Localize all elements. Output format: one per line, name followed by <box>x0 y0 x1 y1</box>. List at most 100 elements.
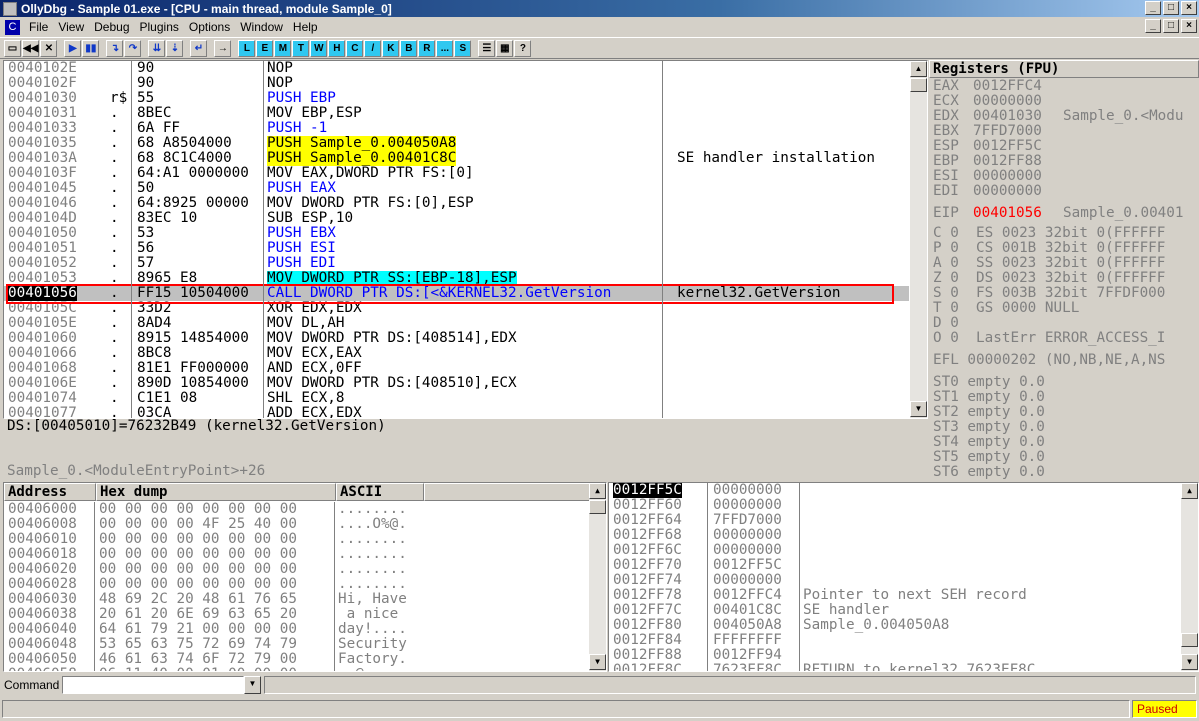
dump-row[interactable]: 00406020 00 00 00 00 00 00 00 00........ <box>4 562 588 577</box>
menu-plugins[interactable]: Plugins <box>135 20 184 34</box>
stack-row[interactable]: 0012FF8C 7623EF8C RETURN to kernel32.7623E… <box>609 663 1179 672</box>
child-minimize-button[interactable]: _ <box>1145 19 1161 33</box>
stack-row[interactable]: 0012FF70 0012FF5C <box>609 558 1179 573</box>
fpu-row[interactable]: ST4 empty 0.0 <box>933 435 1045 450</box>
windows-window-button[interactable]: W <box>310 39 328 57</box>
pause-icon[interactable]: ▮▮ <box>82 39 100 57</box>
cpu-window-icon[interactable]: C <box>5 19 20 35</box>
disasm-row[interactable]: 00401031. 8BEC MOV EBP,ESP <box>4 106 909 121</box>
flag-row[interactable]: O 0 LastErr ERROR_ACCESS_I <box>933 331 1165 346</box>
disasm-row[interactable]: 00401046. 64:8925 00000 MOV DWORD PTR FS:[… <box>4 196 909 211</box>
scroll-thumb[interactable] <box>1181 633 1198 647</box>
execute-till-return-icon[interactable]: ↵ <box>190 39 208 57</box>
scroll-down-arrow-icon[interactable]: ▼ <box>1181 654 1198 670</box>
disasm-row[interactable]: 00401030 r$ 55 PUSH EBP <box>4 91 909 106</box>
stack-row[interactable]: 0012FF88 0012FF94 <box>609 648 1179 663</box>
hex-dump-pane[interactable]: Address Hex dump ASCII 00406000 00 00 00 … <box>3 482 607 672</box>
dump-row[interactable]: 00406050 46 61 63 74 6F 72 79 00 Factory. <box>4 652 588 667</box>
dump-row[interactable]: 00406038 20 61 20 6E 69 63 65 20 a nice <box>4 607 588 622</box>
registers-title[interactable]: Registers (FPU) <box>929 60 1199 78</box>
call-stack-window-button[interactable]: K <box>382 39 400 57</box>
stack-row[interactable]: 0012FF80 004050A8 Sample_0.004050A8 <box>609 618 1179 633</box>
menu-options[interactable]: Options <box>184 20 235 34</box>
child-restore-button[interactable]: □ <box>1163 19 1179 33</box>
disasm-row[interactable]: 0040102F 90 NOP <box>4 76 909 91</box>
flag-row[interactable]: P 0 CS 001B 32bit 0(FFFFFF <box>933 241 1165 256</box>
child-close-button[interactable]: × <box>1181 19 1197 33</box>
disasm-row[interactable]: 0040104D. 83EC 10 SUB ESP,10 <box>4 211 909 226</box>
menu-window[interactable]: Window <box>235 20 288 34</box>
run-trace-window-button[interactable]: ... <box>436 39 454 57</box>
menu-help[interactable]: Help <box>288 20 323 34</box>
scroll-thumb[interactable] <box>589 500 606 514</box>
command-dropdown-arrow-icon[interactable]: ▼ <box>244 676 261 694</box>
flag-row[interactable]: C 0 ES 0023 32bit 0(FFFFFF <box>933 226 1165 241</box>
dump-row[interactable]: 00406030 48 69 2C 20 48 61 76 65 Hi, Have <box>4 592 588 607</box>
patches-window-button[interactable]: / <box>364 39 382 57</box>
flag-row[interactable]: A 0 SS 0023 32bit 0(FFFFFF <box>933 256 1165 271</box>
dump-row[interactable]: 00406008 00 00 00 00 4F 25 40 00 ....O%@. <box>4 517 588 532</box>
scroll-up-arrow-icon[interactable]: ▲ <box>589 483 606 499</box>
fpu-row[interactable]: ST2 empty 0.0 <box>933 405 1045 420</box>
disasm-row[interactable]: 0040103F. 64:A1 0000000 MOV EAX,DWORD PTR … <box>4 166 909 181</box>
disasm-row[interactable]: 00401066. 8BC8 MOV ECX,EAX <box>4 346 909 361</box>
disassembly-scrollbar[interactable]: ▲ ▼ <box>910 61 927 418</box>
stack-row[interactable]: 0012FF68 00000000 <box>609 528 1179 543</box>
fpu-row[interactable]: ST1 empty 0.0 <box>933 390 1045 405</box>
flag-row[interactable]: D 0 <box>933 316 959 331</box>
scroll-down-arrow-icon[interactable]: ▼ <box>910 401 927 417</box>
disasm-row[interactable]: 00401051. 56 PUSH ESI <box>4 241 909 256</box>
minimize-button[interactable]: _ <box>1145 1 1161 15</box>
restart-icon[interactable]: ◀◀ <box>22 39 40 57</box>
stack-row[interactable]: 0012FF64 7FFD7000 <box>609 513 1179 528</box>
stack-pane[interactable]: 0012FF5C 00000000 0012FF60 00000000 0012FF64… <box>608 482 1199 672</box>
disasm-row[interactable]: 00401074. C1E1 08 SHL ECX,8 <box>4 391 909 406</box>
cpu-window-button[interactable]: C <box>346 39 364 57</box>
scroll-up-arrow-icon[interactable]: ▲ <box>910 61 927 77</box>
flag-row[interactable]: T 0 GS 0000 NULL <box>933 301 1079 316</box>
disasm-row[interactable]: 0040106E. 890D 10854000 MOV DWORD PTR DS:[… <box>4 376 909 391</box>
disasm-row[interactable]: 00401052. 57 PUSH EDI <box>4 256 909 271</box>
disasm-row[interactable]: 00401035. 68 A8504000 PUSH Sample_0.004050… <box>4 136 909 151</box>
fpu-row[interactable]: ST0 empty 0.0 <box>933 375 1045 390</box>
menu-view[interactable]: View <box>53 20 89 34</box>
stack-row[interactable]: 0012FF78 0012FFC4 Pointer to next SEH reco… <box>609 588 1179 603</box>
fpu-row[interactable]: ST3 empty 0.0 <box>933 420 1045 435</box>
close-debuggee-icon[interactable]: ✕ <box>40 39 58 57</box>
dump-header-address[interactable]: Address <box>4 483 96 501</box>
dump-row[interactable]: 00406058 06 11 40 00 01 00 00 00 ..@..... <box>4 667 588 672</box>
grid-icon[interactable]: ▦ <box>496 39 514 57</box>
flag-row[interactable]: S 0 FS 003B 32bit 7FFDF000 <box>933 286 1165 301</box>
run-icon[interactable]: ▶ <box>64 39 82 57</box>
disasm-row[interactable]: 0040102E 90 NOP <box>4 61 909 76</box>
menu-file[interactable]: File <box>24 20 53 34</box>
disasm-row[interactable]: 0040103A. 68 8C1C4000 PUSH Sample_0.00401C… <box>4 151 909 166</box>
dump-row[interactable]: 00406018 00 00 00 00 00 00 00 00........ <box>4 547 588 562</box>
dump-row[interactable]: 00406000 00 00 00 00 00 00 00 00........ <box>4 502 588 517</box>
efl-row[interactable]: EFL 00000202 (NO,NB,NE,A,NS <box>933 353 1165 368</box>
list-icon[interactable]: ☰ <box>478 39 496 57</box>
stack-row[interactable]: 0012FF6C 00000000 <box>609 543 1179 558</box>
dump-scrollbar[interactable]: ▲ ▼ <box>589 483 606 671</box>
stack-row[interactable]: 0012FF84 FFFFFFFF <box>609 633 1179 648</box>
dump-header-ascii[interactable]: ASCII <box>336 483 424 501</box>
fpu-row[interactable]: ST6 empty 0.0 <box>933 465 1045 480</box>
stack-scrollbar[interactable]: ▲ ▼ <box>1181 483 1198 671</box>
disasm-row[interactable]: 00401068. 81E1 FF000000 AND ECX,0FF <box>4 361 909 376</box>
handles-window-button[interactable]: H <box>328 39 346 57</box>
stack-row[interactable]: 0012FF5C 00000000 <box>609 483 1179 498</box>
disasm-row[interactable]: 00401045. 50 PUSH EAX <box>4 181 909 196</box>
disasm-row[interactable]: 00401033. 6A FF PUSH -1 <box>4 121 909 136</box>
step-over-icon[interactable]: ↷ <box>124 39 142 57</box>
menu-debug[interactable]: Debug <box>89 20 134 34</box>
dump-row[interactable]: 00406048 53 65 63 75 72 69 74 79 Security <box>4 637 588 652</box>
scroll-thumb[interactable] <box>910 78 927 92</box>
fpu-row[interactable]: ST5 empty 0.0 <box>933 450 1045 465</box>
scroll-down-arrow-icon[interactable]: ▼ <box>589 654 606 670</box>
stack-row[interactable]: 0012FF7C 00401C8C SE handler <box>609 603 1179 618</box>
trace-into-icon[interactable]: ⇊ <box>148 39 166 57</box>
disasm-row[interactable]: 00401077. 03CA ADD ECX,EDX <box>4 406 909 419</box>
flag-row[interactable]: Z 0 DS 0023 32bit 0(FFFFFF <box>933 271 1165 286</box>
open-icon[interactable]: ▭ <box>4 39 21 57</box>
log-window-button[interactable]: L <box>238 39 256 57</box>
